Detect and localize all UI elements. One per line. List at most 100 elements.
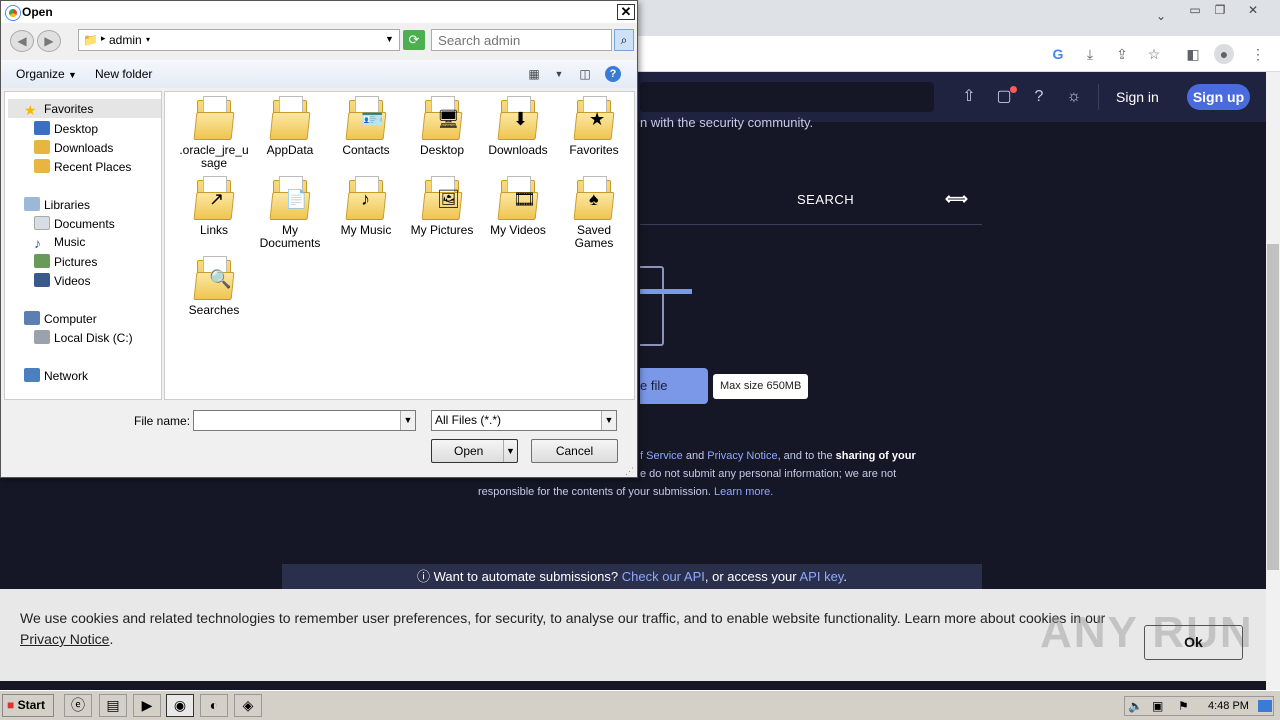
learn-more-link[interactable]: Learn more.	[714, 486, 773, 498]
my-pictures-folder[interactable]: 🖼 My Pictures	[407, 176, 477, 237]
network-tray-icon[interactable]: ▣	[1152, 699, 1163, 713]
address-bar[interactable]: admin	[78, 29, 400, 51]
cookie-ok-button[interactable]: Ok	[1144, 625, 1243, 660]
tab-search[interactable]: SEARCH	[797, 192, 854, 207]
searches-folder[interactable]: 🔍 Searches	[179, 256, 249, 317]
search-input[interactable]	[431, 29, 612, 51]
help-icon[interactable]: ?	[605, 66, 621, 82]
path-text: admin	[109, 33, 142, 47]
saved-games-folder[interactable]: ♠ Saved Games	[559, 176, 629, 250]
history-dropdown-icon[interactable]: ▼	[385, 34, 394, 44]
profile-icon[interactable]: ●	[1214, 44, 1234, 64]
desktop-folder[interactable]: 🖥 Desktop	[407, 96, 477, 157]
organize-button[interactable]: Organize ▼	[16, 67, 77, 81]
nav-music[interactable]: ♪ Music	[34, 235, 85, 251]
check-api-link[interactable]: Check our API	[622, 569, 705, 584]
oracle-jre-folder[interactable]: .oracle_jre_u sage	[179, 96, 249, 170]
chevron-down-icon[interactable]: ⌄	[1150, 8, 1172, 24]
sign-up-button[interactable]: Sign up	[1187, 84, 1250, 110]
upload-icon[interactable]: ⇧	[958, 86, 980, 108]
download-icon[interactable]: ⤓	[1080, 44, 1100, 64]
terms-link[interactable]: f Service	[640, 450, 683, 462]
file-name-dropdown-icon[interactable]: ▼	[400, 411, 415, 430]
nav-documents[interactable]: Documents	[34, 216, 115, 231]
restore-icon[interactable]: ❐	[1209, 2, 1231, 18]
theme-icon[interactable]: ☼	[1063, 86, 1085, 108]
cancel-button[interactable]: Cancel	[531, 439, 618, 463]
minimize-icon[interactable]: ▭	[1184, 2, 1206, 18]
nav-libraries[interactable]: Libraries	[24, 197, 90, 212]
folder-icon: ★	[573, 96, 615, 140]
share-icon[interactable]: ⇪	[1112, 44, 1132, 64]
my-music-folder[interactable]: ♪ My Music	[331, 176, 401, 237]
nav-network[interactable]: Network	[24, 368, 88, 383]
media-player-taskbar-icon[interactable]: ▶	[133, 694, 161, 717]
flag-icon[interactable]: ⚑	[1178, 699, 1189, 713]
api-key-link[interactable]: API key	[800, 569, 844, 584]
privacy-link[interactable]: Privacy Notice	[707, 450, 777, 462]
vt-diff-icon[interactable]: ⟺	[945, 189, 968, 209]
start-button[interactable]: ■ Start	[2, 694, 54, 717]
choose-file-button[interactable]: e file	[640, 368, 708, 404]
close-icon[interactable]: ✕	[1242, 2, 1264, 18]
links-folder[interactable]: ↗ Links	[179, 176, 249, 237]
explorer-taskbar-icon[interactable]: ▤	[99, 694, 127, 717]
volume-icon[interactable]: 🔈	[1128, 699, 1143, 713]
file-type-dropdown-icon[interactable]: ▼	[601, 411, 616, 430]
preview-pane-icon[interactable]: ◫	[577, 66, 593, 82]
favorites-folder[interactable]: ★ Favorites	[559, 96, 629, 157]
refresh-icon[interactable]: ⟳	[403, 30, 425, 50]
file-type-select[interactable]: All Files (*.*)	[431, 410, 617, 431]
views-icon[interactable]: ▦	[526, 66, 542, 82]
sign-in-link[interactable]: Sign in	[1116, 89, 1159, 105]
open-dropdown-icon[interactable]: ▼	[503, 440, 517, 462]
search-icon[interactable]: ⌕	[614, 29, 634, 51]
contacts-folder[interactable]: 🪪 Contacts	[331, 96, 401, 157]
nav-local-disk[interactable]: Local Disk (C:)	[34, 330, 133, 345]
chrome-taskbar-icon[interactable]: ◉	[166, 694, 194, 717]
network-icon	[24, 368, 40, 382]
nav-recent-places[interactable]: Recent Places	[34, 159, 131, 174]
google-icon[interactable]: G	[1048, 44, 1068, 64]
my-documents-folder[interactable]: 📄 My Documents	[255, 176, 325, 250]
item-label: Saved Games	[574, 223, 614, 250]
new-folder-button[interactable]: New folder	[95, 67, 152, 81]
info-icon: ⓘ	[417, 569, 434, 584]
appdata-folder[interactable]: AppData	[255, 96, 325, 157]
windows-logo-icon: ■	[7, 698, 15, 712]
item-label: .oracle_jre_u sage	[179, 143, 249, 170]
path-dropdown-icon[interactable]: ▾	[146, 35, 150, 44]
menu-icon[interactable]: ⋮	[1248, 44, 1268, 64]
downloads-folder[interactable]: ⬇ Downloads	[483, 96, 553, 157]
libraries-icon	[24, 197, 40, 211]
item-label: Contacts	[342, 143, 390, 157]
resize-grip[interactable]: ⋰	[625, 466, 634, 477]
app-taskbar-icon[interactable]: ◈	[234, 694, 262, 717]
sidebar-icon[interactable]: ◧	[1183, 44, 1203, 64]
forward-icon[interactable]: ▶	[37, 30, 61, 52]
back-icon[interactable]: ◀	[10, 30, 34, 52]
terms-text: responsible for the contents of your sub…	[478, 486, 715, 498]
dialog-close-button[interactable]: ✕	[617, 4, 635, 20]
views-dropdown-icon[interactable]: ▼	[551, 66, 567, 82]
show-desktop-icon[interactable]	[1258, 700, 1272, 712]
scrollbar-thumb[interactable]	[1267, 244, 1279, 570]
star-icon[interactable]: ☆	[1144, 44, 1164, 64]
path-chevron-icon[interactable]: ▸	[101, 33, 106, 44]
my-videos-folder[interactable]: 🎞 My Videos	[483, 176, 553, 237]
site-search-input[interactable]	[640, 82, 934, 112]
help-icon[interactable]: ?	[1028, 86, 1050, 108]
nav-videos[interactable]: Videos	[34, 273, 90, 288]
folder-icon	[269, 96, 311, 140]
nav-desktop[interactable]: Desktop	[34, 121, 98, 136]
nav-downloads[interactable]: Downloads	[34, 140, 113, 155]
nav-label: Favorites	[44, 102, 94, 116]
edge-taskbar-icon[interactable]: ◐	[200, 694, 228, 717]
nav-computer[interactable]: Computer	[24, 311, 97, 326]
privacy-notice-link[interactable]: Privacy Notice	[20, 631, 109, 647]
nav-label: Videos	[54, 274, 91, 288]
file-name-input[interactable]	[193, 410, 416, 431]
nav-pictures[interactable]: Pictures	[34, 254, 97, 269]
nav-favorites[interactable]: ★ Favorites	[24, 102, 93, 118]
ie-taskbar-icon[interactable]: ⓔ	[64, 694, 92, 717]
